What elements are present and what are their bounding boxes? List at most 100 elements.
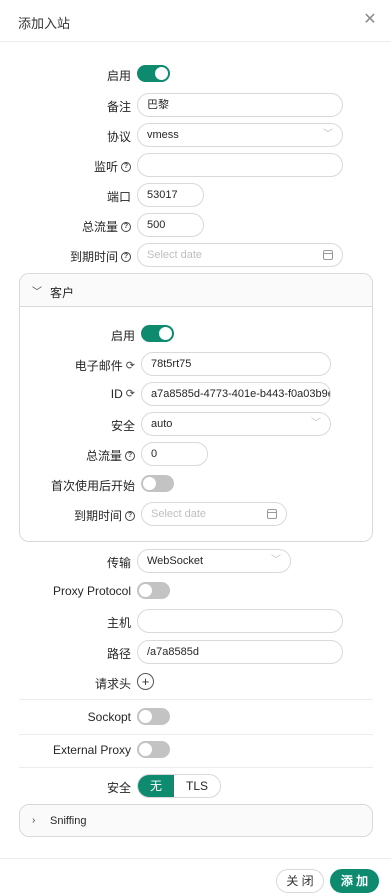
question-circle-icon[interactable]: ? [121,251,131,262]
client-security-label: 安全 [110,419,135,433]
client-start-label: 首次使用后开始 [50,479,135,493]
external-proxy-row: External Proxy [0,738,391,764]
sockopt-switch[interactable] [137,708,170,725]
protocol-label: 协议 [106,130,131,144]
client-panel-header[interactable]: ﹀ 客户 [20,274,372,307]
proxy-protocol-label: Proxy Protocol [52,584,131,598]
path-input[interactable]: /a7a8585d [137,640,343,664]
client-start-row: 首次使用后开始 [0,472,391,498]
port-row: 端口 53017 [0,183,391,209]
port-label: 端口 [106,190,131,204]
expiry-label: 到期时间? [70,248,131,265]
add-button[interactable]: 添 加 [330,869,379,893]
host-input[interactable] [137,609,343,633]
sockopt-label: Sockopt [87,710,131,724]
client-expiry-row: 到期时间? Select date [0,502,391,528]
enable-label: 启用 [106,69,131,83]
remark-input[interactable]: 巴黎 [137,93,343,117]
expiry-placeholder: Select date [147,249,203,261]
expiry-row: 到期时间? Select date [0,243,391,269]
divider [19,734,373,735]
client-total-input[interactable]: 0 [141,442,208,466]
chevron-down-icon: ﹀ [323,129,333,140]
enable-switch[interactable] [137,65,170,82]
chevron-right-icon: › [32,815,36,826]
total-row: 总流量? 500 [0,213,391,239]
protocol-row: 协议 vmess ﹀ [0,123,391,149]
client-email-row: 电子邮件 ⟳ 78t5rt75 [0,352,391,378]
plus-icon[interactable]: + [137,673,154,690]
client-email-label: 电子邮件 ⟳ [74,359,135,373]
client-total-row: 总流量? 0 [0,442,391,468]
port-input[interactable]: 53017 [137,183,204,207]
calendar-icon [267,509,277,519]
add-inbound-modal: 添加入站 ✕ 启用 备注 巴黎 协议 vmess ﹀ 监听? 端口 53017 … [0,0,391,896]
external-proxy-switch[interactable] [137,741,170,758]
path-label: 路径 [106,647,131,661]
close-button[interactable]: 关 闭 [276,869,324,893]
modal-title: 添加入站 [18,16,71,31]
modal-footer: 关 闭 添 加 [0,858,391,896]
client-id-label: ID ⟳ [110,387,135,401]
client-enable-row: 启用 [0,322,391,348]
transport-select[interactable]: WebSocket ﹀ [137,549,291,573]
proxy-protocol-row: Proxy Protocol [0,579,391,605]
chevron-down-icon: ﹀ [311,418,321,429]
client-security-value: auto [151,418,173,430]
client-expiry-date-picker[interactable]: Select date [141,502,287,526]
client-security-row: 安全 auto ﹀ [0,412,391,438]
start-after-first-use-switch[interactable] [141,475,174,492]
client-expiry-label: 到期时间? [74,507,135,524]
sniffing-title: Sniffing [50,815,87,827]
listen-input[interactable] [137,153,343,177]
calendar-icon [323,250,333,260]
chevron-down-icon: ﹀ [271,555,281,566]
external-proxy-label: External Proxy [52,743,131,757]
enable-row: 启用 [0,62,391,88]
transport-label: 传输 [106,556,131,570]
listen-row: 监听? [0,153,391,179]
question-circle-icon[interactable]: ? [121,221,131,232]
client-expiry-placeholder: Select date [151,508,207,520]
security-row: 安全 无 TLS [0,774,391,800]
headers-label: 请求头 [94,677,131,691]
sockopt-row: Sockopt [0,705,391,731]
security-label: 安全 [106,781,131,795]
divider [19,699,373,700]
client-enable-label: 启用 [110,329,135,343]
security-option-none[interactable]: 无 [138,775,175,797]
question-circle-icon[interactable]: ? [121,161,131,172]
chevron-down-icon: ﹀ [32,287,42,298]
protocol-select[interactable]: vmess ﹀ [137,123,343,147]
sniffing-panel[interactable]: › Sniffing [19,804,373,837]
security-segmented-control: 无 TLS [137,774,222,798]
divider [19,767,373,768]
question-circle-icon[interactable]: ? [125,450,135,461]
host-label: 主机 [106,616,131,630]
remark-row: 备注 巴黎 [0,93,391,119]
expiry-date-picker[interactable]: Select date [137,243,343,267]
transport-row: 传输 WebSocket ﹀ [0,549,391,575]
protocol-value: vmess [147,129,179,141]
client-panel-title: 客户 [50,286,75,300]
question-circle-icon[interactable]: ? [125,510,135,521]
close-icon[interactable]: ✕ [363,12,377,28]
listen-label: 监听? [94,158,131,175]
client-security-select[interactable]: auto ﹀ [141,412,331,436]
client-email-input[interactable]: 78t5rt75 [141,352,331,376]
security-option-tls[interactable]: TLS [174,775,220,797]
client-enable-switch[interactable] [141,325,174,342]
host-row: 主机 [0,609,391,635]
headers-row: 请求头 + [0,670,391,696]
total-input[interactable]: 500 [137,213,204,237]
total-label: 总流量? [82,218,131,235]
modal-header: 添加入站 ✕ [0,0,391,42]
sync-icon[interactable]: ⟳ [126,389,135,400]
sync-icon[interactable]: ⟳ [126,360,135,371]
client-total-label: 总流量? [86,447,135,464]
client-id-input[interactable]: a7a8585d-4773-401e-b443-f0a03b9e [141,382,331,406]
transport-value: WebSocket [147,555,204,567]
proxy-protocol-switch[interactable] [137,582,170,599]
path-row: 路径 /a7a8585d [0,640,391,666]
remark-label: 备注 [106,100,131,114]
